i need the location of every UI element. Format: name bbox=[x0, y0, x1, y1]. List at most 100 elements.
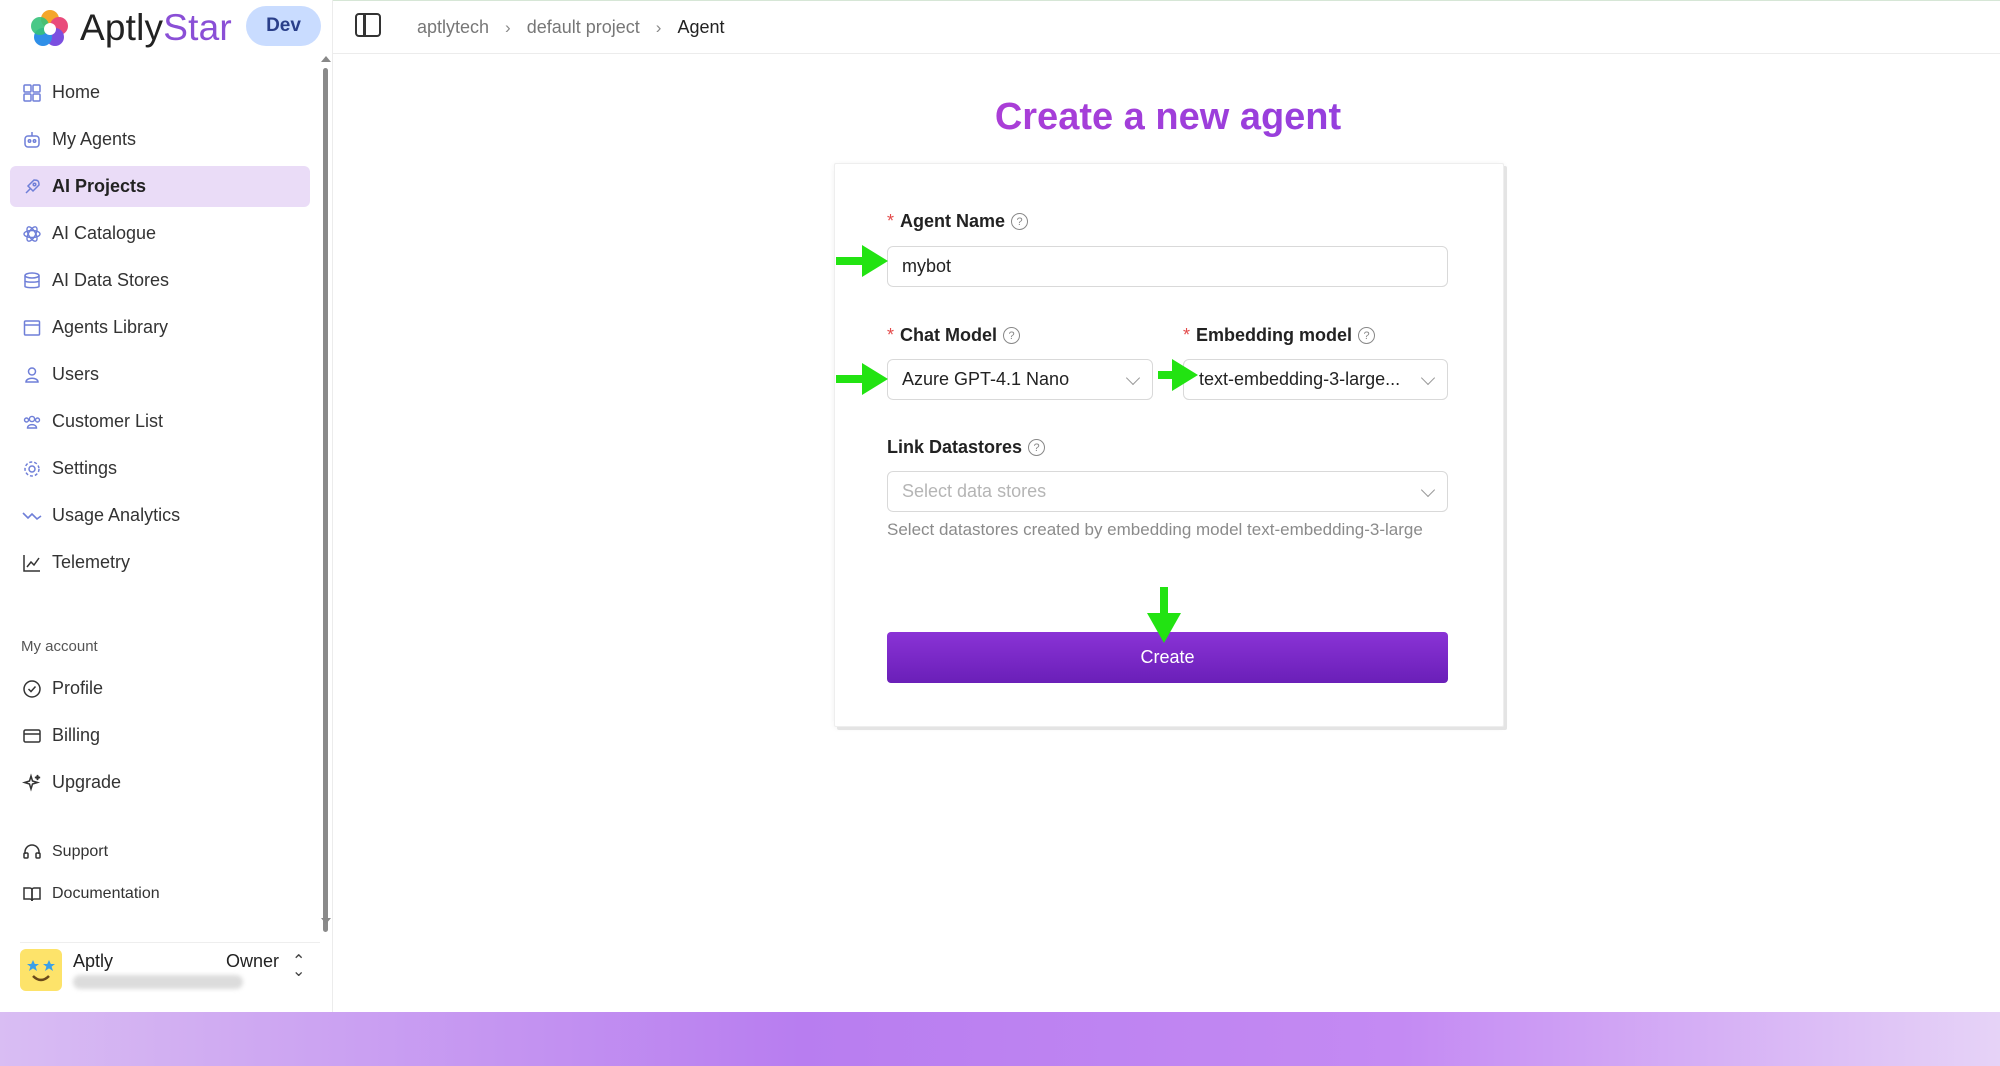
group-icon bbox=[22, 412, 42, 432]
chevron-up-down-icon[interactable]: ⌃ ⌄ bbox=[292, 954, 305, 980]
embedding-model-label-text: Embedding model bbox=[1196, 325, 1353, 345]
sidebar-item-users[interactable]: Users bbox=[10, 354, 310, 395]
sidebar-item-label: Support bbox=[52, 843, 109, 860]
sidebar-item-label: Home bbox=[52, 82, 101, 102]
breadcrumb-item-org[interactable]: aptlytech bbox=[417, 17, 489, 38]
datastores-select[interactable]: Select data stores bbox=[887, 471, 1448, 512]
scroll-up-icon[interactable] bbox=[321, 56, 331, 62]
chat-model-label-text: Chat Model bbox=[900, 325, 998, 345]
check-circle-icon bbox=[22, 679, 42, 699]
breadcrumb-item-project[interactable]: default project bbox=[527, 17, 640, 38]
book-icon bbox=[22, 884, 42, 904]
sidebar-nav: Home My Agents AI Projects AI Catalogue … bbox=[10, 72, 310, 589]
sidebar-item-label: Users bbox=[52, 364, 100, 384]
logo-flower-icon bbox=[28, 6, 72, 50]
chevron-down-icon bbox=[1420, 370, 1436, 385]
account-nav: Profile Billing Upgrade bbox=[10, 668, 310, 809]
app-name: AptlyStar bbox=[80, 7, 232, 48]
sidebar-item-documentation[interactable]: Documentation bbox=[10, 876, 310, 912]
breadcrumb: aptlytech › default project › Agent bbox=[417, 17, 741, 38]
required-marker: * bbox=[887, 211, 895, 231]
breadcrumb-item-current: Agent bbox=[677, 17, 725, 37]
avatar bbox=[20, 949, 62, 991]
required-marker: * bbox=[1183, 325, 1191, 345]
help-icon[interactable]: ? bbox=[1011, 213, 1029, 230]
credit-card-icon bbox=[22, 726, 42, 746]
agent-name-label-text: Agent Name bbox=[900, 211, 1006, 231]
sidebar-item-home[interactable]: Home bbox=[10, 72, 310, 113]
embedding-model-select[interactable]: text-embedding-3-large... bbox=[1183, 359, 1448, 400]
robot-icon bbox=[22, 130, 42, 150]
page-title: Create a new agent bbox=[833, 96, 1503, 139]
sidebar-item-label: AI Projects bbox=[52, 176, 147, 196]
arrow-right-icon bbox=[836, 363, 888, 395]
env-badge[interactable]: Dev bbox=[246, 6, 321, 46]
sidebar: AptlyStar Dev Home My Agents AI Projects… bbox=[0, 0, 333, 1012]
arrow-down-icon bbox=[1147, 587, 1181, 643]
chat-model-select[interactable]: Azure GPT-4.1 Nano bbox=[887, 359, 1153, 400]
chevron-right-icon: › bbox=[505, 17, 511, 37]
scroll-down-icon[interactable] bbox=[321, 918, 331, 924]
sidebar-item-label: Telemetry bbox=[52, 552, 131, 572]
sidebar-item-support[interactable]: Support bbox=[10, 834, 310, 870]
required-marker: * bbox=[887, 325, 895, 345]
sidebar-item-label: Profile bbox=[52, 678, 104, 698]
top-bar: aptlytech › default project › Agent bbox=[333, 0, 2000, 54]
datastores-label-text: Link Datastores bbox=[887, 437, 1023, 457]
line-chart-icon bbox=[22, 553, 42, 573]
chevron-right-icon: › bbox=[655, 17, 662, 37]
database-icon bbox=[22, 271, 42, 291]
scroll-thumb[interactable] bbox=[323, 68, 328, 932]
library-icon bbox=[22, 318, 42, 338]
sidebar-item-label: Settings bbox=[52, 458, 118, 478]
sidebar-item-label: Agents Library bbox=[52, 317, 169, 337]
sidebar-item-label: My Agents bbox=[52, 129, 137, 149]
sidebar-item-telemetry[interactable]: Telemetry bbox=[10, 542, 310, 583]
sidebar-item-customer-list[interactable]: Customer List bbox=[10, 401, 310, 442]
sidebar-toggle-icon[interactable] bbox=[355, 13, 381, 37]
agent-name-input[interactable]: mybot bbox=[887, 246, 1448, 287]
sidebar-item-profile[interactable]: Profile bbox=[10, 668, 310, 709]
sidebar-item-usage-analytics[interactable]: Usage Analytics bbox=[10, 495, 310, 536]
sidebar-item-billing[interactable]: Billing bbox=[10, 715, 310, 756]
home-icon bbox=[22, 83, 42, 103]
sidebar-item-ai-data-stores[interactable]: AI Data Stores bbox=[10, 260, 310, 301]
datastores-label: Link Datastores ? bbox=[887, 437, 1046, 458]
user-icon bbox=[22, 365, 42, 385]
sidebar-item-label: Upgrade bbox=[52, 772, 122, 792]
sidebar-item-label: AI Catalogue bbox=[52, 223, 157, 243]
help-icon[interactable]: ? bbox=[1003, 327, 1021, 344]
sidebar-scrollbar[interactable] bbox=[320, 54, 331, 932]
user-name: Aptly bbox=[73, 951, 114, 971]
sidebar-item-label: Customer List bbox=[52, 411, 164, 431]
sidebar-item-ai-catalogue[interactable]: AI Catalogue bbox=[10, 213, 310, 254]
atom-icon bbox=[22, 224, 42, 244]
sidebar-item-upgrade[interactable]: Upgrade bbox=[10, 762, 310, 803]
help-icon[interactable]: ? bbox=[1028, 439, 1046, 456]
sidebar-item-my-agents[interactable]: My Agents bbox=[10, 119, 310, 160]
chat-model-label: * Chat Model ? bbox=[887, 325, 1021, 346]
sidebar-item-agents-library[interactable]: Agents Library bbox=[10, 307, 310, 348]
sidebar-item-label: AI Data Stores bbox=[52, 270, 170, 290]
sidebar-item-label: Documentation bbox=[52, 885, 160, 902]
user-role: Owner bbox=[226, 951, 280, 971]
sidebar-item-ai-projects[interactable]: AI Projects bbox=[10, 166, 310, 207]
user-menu[interactable]: Aptly Owner ⌃ ⌄ bbox=[20, 942, 320, 992]
agent-name-value: mybot bbox=[902, 256, 952, 276]
help-icon[interactable]: ? bbox=[1358, 327, 1376, 344]
sidebar-item-settings[interactable]: Settings bbox=[10, 448, 310, 489]
embedding-model-value: text-embedding-3-large... bbox=[1199, 369, 1401, 389]
user-email-redacted bbox=[73, 975, 243, 989]
datastores-placeholder: Select data stores bbox=[902, 481, 1047, 501]
chat-model-value: Azure GPT-4.1 Nano bbox=[902, 369, 1070, 389]
embedding-model-label: * Embedding model ? bbox=[1183, 325, 1376, 346]
bottom-gradient-band bbox=[0, 1012, 2000, 1066]
app-logo[interactable]: AptlyStar bbox=[28, 4, 232, 52]
star-eyes-emoji-icon bbox=[27, 960, 55, 982]
my-account-label: My account bbox=[21, 638, 98, 655]
rocket-icon bbox=[22, 177, 42, 197]
chevron-down-icon bbox=[1420, 482, 1436, 497]
arrow-right-icon bbox=[836, 245, 888, 277]
datastores-hint: Select datastores created by embedding m… bbox=[887, 520, 1423, 539]
sidebar-item-label: Billing bbox=[52, 725, 101, 745]
